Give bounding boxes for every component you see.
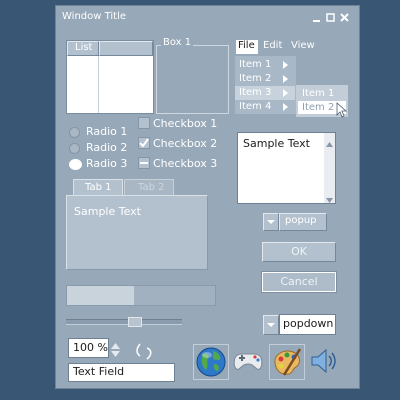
text-area[interactable]: Sample Text bbox=[237, 132, 336, 204]
title-bar[interactable]: Window Title bbox=[56, 6, 359, 28]
menu-item-4-label: Item 4 bbox=[239, 101, 272, 112]
tab-2-label: Tab 2 bbox=[138, 182, 165, 193]
list-header-label: List bbox=[75, 42, 93, 53]
box1-label: Box 1 bbox=[161, 37, 194, 48]
cancel-button[interactable]: Cancel bbox=[261, 271, 337, 293]
indeterminate-icon bbox=[140, 162, 148, 164]
submenu-item-2-label: Item 2 bbox=[302, 102, 335, 113]
radio-1-button[interactable] bbox=[69, 127, 80, 138]
slider-track[interactable] bbox=[66, 317, 182, 327]
list-widget[interactable]: List bbox=[66, 40, 154, 114]
popup-label: popup bbox=[285, 215, 317, 226]
text-area-value: Sample Text bbox=[243, 137, 310, 150]
menu-item-1-label: Item 1 bbox=[239, 59, 272, 70]
checkbox-2-box[interactable] bbox=[138, 137, 150, 149]
list-header-2[interactable] bbox=[99, 41, 153, 56]
text-field[interactable]: Text Field bbox=[68, 363, 175, 382]
progress-fill bbox=[67, 286, 134, 305]
box1-frame bbox=[156, 45, 229, 114]
globe-icon[interactable] bbox=[193, 344, 229, 380]
gamepad-icon[interactable] bbox=[231, 344, 265, 378]
mouse-cursor-icon bbox=[336, 102, 348, 118]
radio-2-button[interactable] bbox=[69, 143, 80, 154]
spinner-arrows bbox=[109, 337, 123, 357]
submenu-arrow-icon bbox=[283, 103, 288, 111]
menu-item-1[interactable]: Item 1 bbox=[235, 58, 295, 72]
menu-item-2-label: Item 2 bbox=[239, 73, 272, 84]
scroll-down-icon[interactable] bbox=[326, 193, 333, 206]
window-title: Window Title bbox=[62, 11, 127, 22]
list-body[interactable] bbox=[67, 56, 153, 113]
menu-item-3[interactable]: Item 3 bbox=[235, 86, 295, 100]
ok-button-label: OK bbox=[291, 245, 307, 258]
slider-thumb[interactable] bbox=[128, 317, 142, 327]
list-header[interactable]: List bbox=[67, 41, 99, 56]
checkbox-2-label[interactable]: Checkbox 2 bbox=[153, 137, 217, 150]
tab-panel: Sample Text bbox=[66, 195, 208, 270]
submenu-arrow-icon bbox=[283, 89, 288, 97]
popdown-arrow-button[interactable] bbox=[263, 315, 279, 335]
ok-button[interactable]: OK bbox=[262, 242, 336, 262]
checkbox-3-box[interactable] bbox=[138, 157, 150, 169]
popdown-field[interactable]: popdown bbox=[279, 314, 336, 335]
radio-2-label[interactable]: Radio 2 bbox=[86, 141, 127, 154]
minimize-icon[interactable] bbox=[312, 12, 321, 22]
radio-1-label[interactable]: Radio 1 bbox=[86, 125, 127, 138]
close-icon[interactable] bbox=[340, 12, 349, 22]
scroll-up-icon[interactable] bbox=[326, 137, 333, 150]
checkbox-1-box[interactable] bbox=[138, 117, 150, 129]
submenu-arrow-icon bbox=[283, 61, 288, 69]
chevron-down-icon bbox=[267, 220, 275, 224]
chevron-down-icon bbox=[267, 323, 275, 327]
menu-file-label: File bbox=[238, 40, 255, 51]
text-area-scrollbar[interactable] bbox=[324, 133, 335, 203]
text-field-value: Text Field bbox=[73, 365, 125, 378]
menu-file[interactable]: File bbox=[236, 40, 258, 54]
progress-bar bbox=[66, 285, 216, 306]
spin-down-icon[interactable] bbox=[111, 348, 120, 361]
submenu-arrow-icon bbox=[283, 75, 288, 83]
speaker-icon[interactable] bbox=[306, 344, 340, 378]
radio-3-button[interactable] bbox=[69, 159, 82, 170]
checkbox-1-label[interactable]: Checkbox 1 bbox=[153, 117, 217, 130]
spinner-value: 100 % bbox=[73, 341, 108, 354]
cancel-button-label: Cancel bbox=[280, 275, 318, 288]
list-column-divider bbox=[98, 56, 99, 113]
main-window: Window Title List Box 1 File Edit View I… bbox=[55, 5, 360, 389]
popdown-value: popdown bbox=[283, 317, 334, 330]
tab-panel-text: Sample Text bbox=[74, 205, 141, 218]
submenu-item-1[interactable]: Item 1 bbox=[298, 87, 346, 100]
menu-item-4[interactable]: Item 4 bbox=[235, 100, 295, 114]
popup-arrow-button[interactable] bbox=[263, 213, 279, 231]
menu-edit[interactable]: Edit bbox=[263, 40, 282, 51]
tab-2[interactable]: Tab 2 bbox=[124, 179, 174, 195]
rotate-handle-icon bbox=[134, 342, 156, 365]
menu-item-3-label: Item 3 bbox=[239, 87, 272, 98]
popup-button[interactable]: popup bbox=[279, 213, 327, 231]
maximize-icon[interactable] bbox=[326, 12, 335, 22]
radio-3-label[interactable]: Radio 3 bbox=[86, 157, 127, 170]
checkmark-icon bbox=[139, 138, 149, 148]
checkbox-3-label[interactable]: Checkbox 3 bbox=[153, 157, 217, 170]
palette-icon[interactable] bbox=[269, 344, 305, 380]
dropdown-menu: Item 1 Item 2 Item 3 Item 4 bbox=[235, 56, 296, 114]
spinner-field[interactable]: 100 % bbox=[68, 338, 109, 358]
menubar: File Edit View bbox=[236, 40, 326, 54]
menu-view[interactable]: View bbox=[291, 40, 315, 51]
menu-item-2[interactable]: Item 2 bbox=[235, 72, 295, 86]
tab-1[interactable]: Tab 1 bbox=[73, 179, 123, 196]
tab-1-label: Tab 1 bbox=[85, 182, 112, 193]
submenu-item-1-label: Item 1 bbox=[302, 88, 335, 99]
